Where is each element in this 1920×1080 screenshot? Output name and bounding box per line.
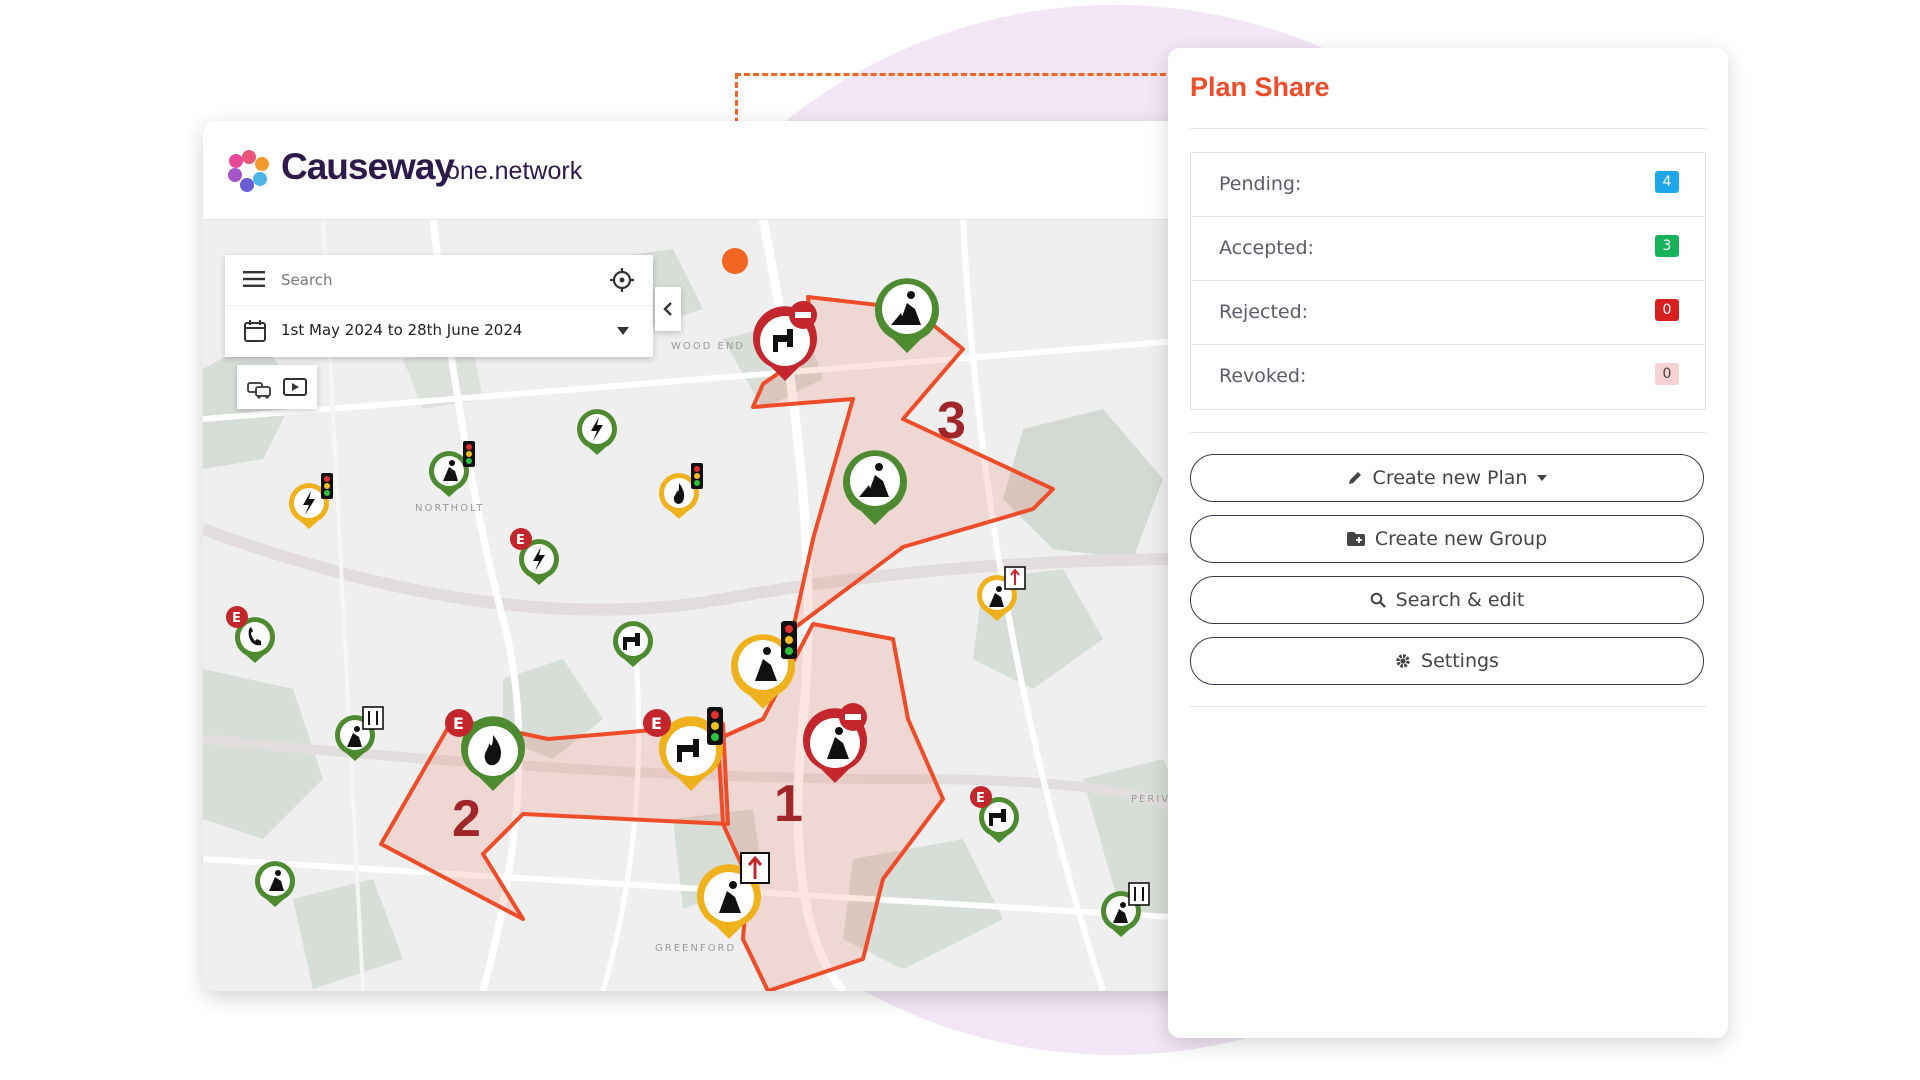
svg-text:E: E <box>516 533 525 548</box>
menu-icon[interactable] <box>243 271 265 287</box>
search-edit-button[interactable]: Search & edit <box>1190 576 1704 624</box>
gas-signal-works-marker[interactable] <box>655 463 711 521</box>
collapse-panel-button[interactable] <box>655 287 681 331</box>
connector-dot <box>722 248 748 274</box>
settings-label: Settings <box>1421 650 1499 672</box>
electric-works-marker[interactable] <box>573 403 621 457</box>
create-plan-label: Create new Plan <box>1372 467 1528 489</box>
street-label: GREENFORD <box>655 943 737 954</box>
app-header: Causeway one.network <box>203 121 1203 220</box>
brand-name: Causeway <box>281 146 455 187</box>
traffic-cars-icon[interactable] <box>245 373 273 401</box>
road-works-marker[interactable] <box>835 441 915 527</box>
status-label: Accepted: <box>1219 237 1314 259</box>
brand-sub: one.network <box>446 157 583 185</box>
create-group-button[interactable]: Create new Group <box>1190 515 1704 563</box>
search-edit-label: Search & edit <box>1395 589 1525 611</box>
status-row-pending[interactable]: Pending: 4 <box>1191 153 1705 217</box>
emergency-electric-works-marker[interactable]: E <box>509 527 565 587</box>
emergency-gas-works-marker[interactable]: E <box>443 707 533 793</box>
lane-closure-works-marker[interactable] <box>331 705 387 763</box>
status-label: Rejected: <box>1219 301 1309 323</box>
svg-text:E: E <box>453 714 464 733</box>
street-label: NORTHOLT <box>415 503 485 514</box>
chevron-down-icon <box>617 327 629 335</box>
status-summary: Pending: 4 Accepted: 3 Rejected: 0 Revok… <box>1190 152 1706 410</box>
divider <box>1190 128 1706 129</box>
diversion-works-marker[interactable] <box>689 851 773 941</box>
svg-text:E: E <box>976 791 985 806</box>
divider <box>1190 706 1706 707</box>
crosshair-icon[interactable] <box>609 267 635 293</box>
traffic-signal-works-marker[interactable] <box>723 621 807 711</box>
play-video-icon[interactable] <box>281 373 309 401</box>
status-row-rejected[interactable]: Rejected: 0 <box>1191 281 1705 345</box>
search-icon <box>1370 592 1386 608</box>
caret-down-icon <box>1537 475 1548 481</box>
status-badge: 0 <box>1655 299 1679 321</box>
emergency-telecom-works-marker[interactable]: E <box>225 605 281 665</box>
connector-line <box>735 73 1175 76</box>
plan-share-title: Plan Share <box>1190 72 1330 102</box>
emergency-water-works-marker[interactable]: E <box>969 785 1025 845</box>
gear-icon <box>1396 654 1410 668</box>
create-plan-button[interactable]: Create new Plan <box>1190 454 1704 502</box>
app-window: Causeway one.network 1 2 3 WOOD END NORT… <box>203 121 1203 991</box>
plan-share-panel: Plan Share Pending: 4 Accepted: 3 Reject… <box>1168 48 1728 1038</box>
svg-text:E: E <box>232 611 241 626</box>
date-range-text: 1st May 2024 to 28th June 2024 <box>281 321 523 339</box>
create-group-label: Create new Group <box>1374 528 1548 550</box>
emergency-water-works-marker[interactable]: E <box>641 707 731 793</box>
no-entry-road-works-marker[interactable] <box>795 699 875 785</box>
status-label: Pending: <box>1219 173 1302 195</box>
search-input[interactable] <box>279 267 583 293</box>
map-tools <box>237 365 317 409</box>
divider <box>1190 432 1706 433</box>
status-row-revoked[interactable]: Revoked: 0 <box>1191 345 1705 408</box>
status-badge: 4 <box>1655 171 1679 193</box>
status-row-accepted[interactable]: Accepted: 3 <box>1191 217 1705 281</box>
area-label-3: 3 <box>937 392 966 450</box>
road-works-marker[interactable] <box>251 855 299 909</box>
status-label: Revoked: <box>1219 365 1307 387</box>
search-panel: 1st May 2024 to 28th June 2024 <box>225 255 653 357</box>
causeway-logo-icon <box>228 150 269 192</box>
no-entry-water-works-marker[interactable] <box>745 297 825 383</box>
street-label: PERIV <box>1131 794 1171 805</box>
diversion-works-marker[interactable] <box>973 565 1029 623</box>
lane-closure-works-marker[interactable] <box>1097 881 1153 939</box>
chevron-left-icon <box>663 302 672 316</box>
search-row <box>225 255 653 306</box>
street-label: WOOD END <box>671 341 746 352</box>
folder-plus-icon <box>1346 532 1365 546</box>
electric-signal-works-marker[interactable] <box>285 473 341 531</box>
status-badge: 3 <box>1655 235 1679 257</box>
date-range-select[interactable]: 1st May 2024 to 28th June 2024 <box>225 305 653 357</box>
settings-button[interactable]: Settings <box>1190 637 1704 685</box>
traffic-signal-works-marker[interactable] <box>425 441 481 499</box>
calendar-icon <box>244 320 266 342</box>
area-label-2: 2 <box>452 790 481 848</box>
status-badge: 0 <box>1655 363 1679 385</box>
pencil-icon <box>1348 472 1361 484</box>
road-works-marker[interactable] <box>867 269 947 355</box>
svg-text:E: E <box>651 714 662 733</box>
water-works-marker[interactable] <box>609 615 657 669</box>
